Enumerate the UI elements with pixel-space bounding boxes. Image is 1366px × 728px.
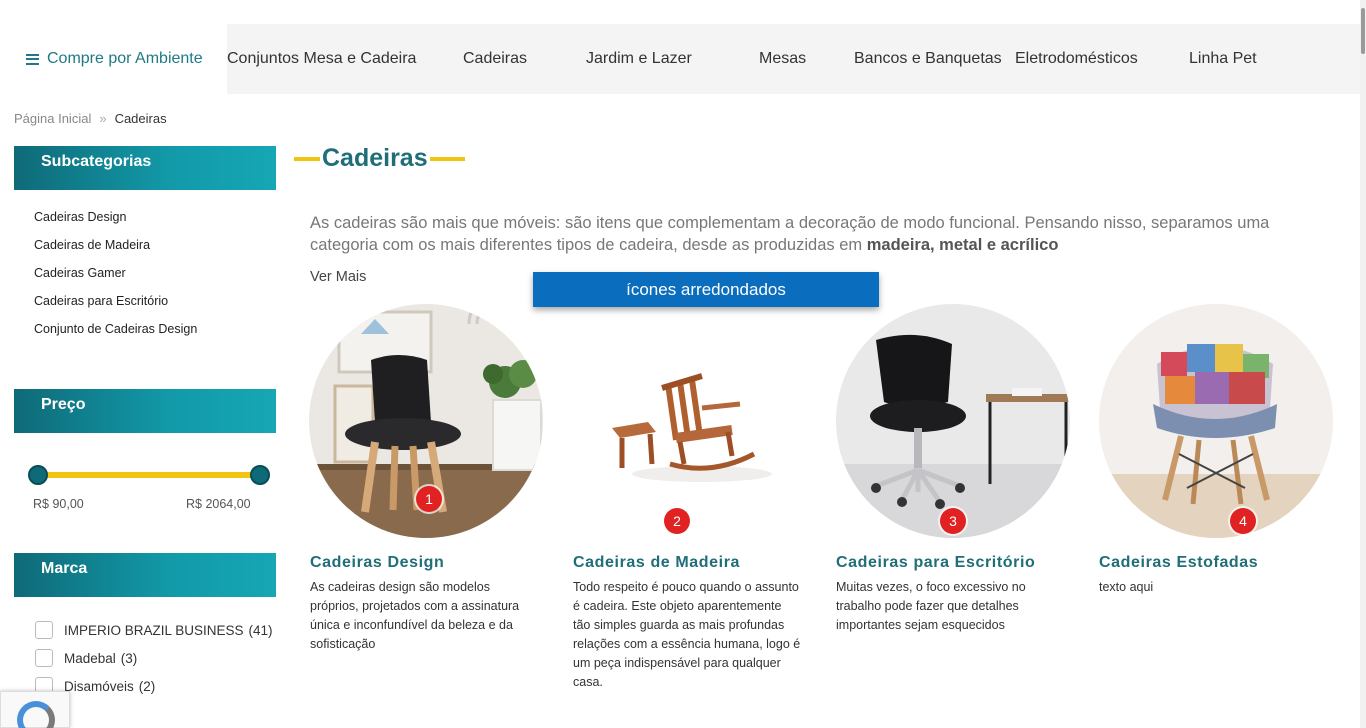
price-range-slider[interactable] [28, 463, 272, 487]
nav-item-linha-pet[interactable]: Linha Pet [1189, 24, 1257, 94]
subcategory-link[interactable]: Cadeiras para Escritório [34, 293, 197, 321]
subcategory-link[interactable]: Cadeiras Design [34, 209, 197, 237]
card-description: Muitas vezes, o foco excessivo no trabal… [836, 580, 1026, 632]
recaptcha-badge[interactable] [0, 691, 70, 728]
page-scrollbar[interactable] [1360, 0, 1366, 728]
card-title-cadeiras-madeira[interactable]: Cadeiras de Madeira [573, 554, 740, 572]
nav-item-mesas[interactable]: Mesas [759, 24, 806, 94]
category-image-cadeiras-madeira[interactable] [572, 304, 806, 538]
top-navigation: Compre por Ambiente Conjuntos Mesa e Cad… [14, 24, 1360, 94]
brand-filter-item[interactable]: Madebal (3) [35, 644, 273, 672]
card-description: texto aqui [1099, 580, 1154, 594]
price-heading: Preço [14, 389, 276, 433]
card-number-badge: 2 [664, 508, 690, 534]
intro-bold-text: madeira, metal e acrílico [866, 236, 1059, 254]
see-more-link[interactable]: Ver Mais [310, 269, 366, 285]
brand-name: Madebal [64, 650, 116, 666]
upholstered-chair-photo [1099, 304, 1333, 538]
subcategory-link[interactable]: Cadeiras de Madeira [34, 237, 197, 265]
recaptcha-icon [17, 701, 55, 728]
brand-name: IMPERIO BRAZIL BUSINESS [64, 622, 244, 638]
category-image-cadeiras-escritorio[interactable] [836, 304, 1070, 538]
price-max-value: R$ 2064,00 [186, 497, 251, 511]
subcategory-link[interactable]: Conjunto de Cadeiras Design [34, 321, 197, 349]
price-min-handle[interactable] [28, 465, 48, 485]
brand-filter-item[interactable]: IMPERIO BRAZIL BUSINESS (41) [35, 616, 273, 644]
subcategories-list: Cadeiras Design Cadeiras de Madeira Cade… [34, 209, 197, 349]
price-max-handle[interactable] [250, 465, 270, 485]
card-title-cadeiras-escritorio[interactable]: Cadeiras para Escritório [836, 554, 1035, 572]
card-description: As cadeiras design são modelos próprios,… [310, 580, 520, 651]
brand-filter-list: IMPERIO BRAZIL BUSINESS (41) Madebal (3)… [35, 616, 273, 700]
nav-item-bancos[interactable]: Bancos e Banquetas [854, 24, 1002, 94]
brand-checkbox[interactable] [35, 649, 53, 667]
card-description: Todo respeito é pouco quando o assunto é… [573, 580, 801, 689]
card-number-badge: 4 [1230, 508, 1256, 534]
breadcrumb-home-link[interactable]: Página Inicial [14, 111, 91, 126]
scrollbar-thumb[interactable] [1361, 8, 1365, 54]
brand-count: (41) [248, 622, 273, 638]
breadcrumb: Página Inicial » Cadeiras [14, 111, 167, 126]
nav-item-cadeiras[interactable]: Cadeiras [463, 24, 527, 94]
brand-name: Disamóveis [64, 678, 134, 694]
shop-by-room-label: Compre por Ambiente [47, 50, 203, 67]
subcategory-link[interactable]: Cadeiras Gamer [34, 265, 197, 293]
brand-count: (2) [138, 678, 156, 694]
card-title-cadeiras-estofadas[interactable]: Cadeiras Estofadas [1099, 554, 1258, 572]
page-title: Cadeiras [320, 142, 430, 174]
office-chair-photo [836, 304, 1070, 538]
card-number-badge: 3 [940, 508, 966, 534]
category-image-cadeiras-estofadas[interactable] [1099, 304, 1333, 538]
breadcrumb-current: Cadeiras [114, 111, 167, 126]
brand-checkbox[interactable] [35, 621, 53, 639]
intro-text: As cadeiras são mais que móveis: são ite… [310, 214, 1270, 254]
nav-item-eletrodomesticos[interactable]: Eletrodomésticos [1015, 24, 1138, 94]
subcategories-heading: Subcategorias [14, 146, 276, 190]
nav-item-conjuntos[interactable]: Conjuntos Mesa e Cadeira [227, 24, 416, 94]
card-title-cadeiras-design[interactable]: Cadeiras Design [310, 554, 444, 572]
annotation-label: ícones arredondados [533, 272, 879, 307]
card-number-badge: 1 [416, 486, 442, 512]
brand-heading: Marca [14, 553, 276, 597]
category-intro: As cadeiras são mais que móveis: são ite… [310, 212, 1300, 256]
page-title-block: Cadeiras [294, 140, 466, 176]
brand-count: (3) [120, 650, 138, 666]
wooden-chairs-photo [572, 304, 806, 538]
hamburger-menu-icon [26, 53, 39, 65]
price-slider-track [38, 472, 262, 478]
nav-item-jardim[interactable]: Jardim e Lazer [586, 24, 692, 94]
page: Compre por Ambiente Conjuntos Mesa e Cad… [0, 0, 1366, 728]
brand-filter-item[interactable]: Disamóveis (2) [35, 672, 273, 700]
price-min-value: R$ 90,00 [33, 497, 84, 511]
breadcrumb-separator: » [99, 111, 107, 126]
shop-by-room-button[interactable]: Compre por Ambiente [14, 24, 227, 94]
